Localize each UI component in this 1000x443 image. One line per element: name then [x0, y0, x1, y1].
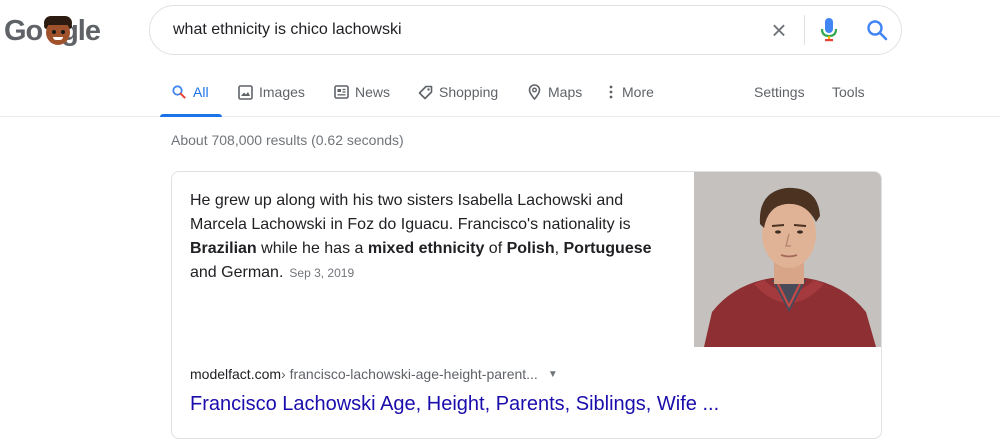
tab-label: News: [355, 84, 391, 100]
settings-link[interactable]: Settings: [754, 82, 805, 102]
search-tabs: All Images News Shopping Maps More Setti…: [0, 70, 1000, 117]
snippet-part: and German.: [190, 264, 284, 281]
logo-text-left: Go: [4, 14, 43, 47]
snippet-part: He grew up along with his two sisters Is…: [190, 192, 631, 233]
snippet-part: of: [484, 240, 507, 257]
tab-label: Images: [259, 84, 305, 100]
featured-image[interactable]: [694, 172, 881, 347]
tag-icon: [417, 84, 433, 100]
doodle-face-icon: [43, 16, 73, 46]
source-domain: modelfact.com: [190, 366, 282, 382]
tab-label: Shopping: [439, 84, 499, 100]
tab-label: All: [193, 84, 209, 100]
search-box[interactable]: what ethnicity is chico lachowski ×: [149, 5, 902, 55]
tab-label: More: [622, 84, 654, 100]
snippet-text: He grew up along with his two sisters Is…: [190, 189, 680, 285]
microphone-icon[interactable]: [805, 5, 853, 55]
news-icon: [333, 84, 349, 100]
tab-images[interactable]: Images: [237, 82, 305, 102]
tools-link[interactable]: Tools: [832, 82, 865, 102]
clear-icon[interactable]: ×: [754, 5, 804, 55]
source-path: › francisco-lachowski-age-height-parent.…: [281, 366, 538, 382]
result-stats: About 708,000 results (0.62 seconds): [171, 132, 404, 148]
snippet-bold: Brazilian: [190, 240, 257, 257]
source-breadcrumb[interactable]: modelfact.com › francisco-lachowski-age-…: [190, 366, 558, 382]
snippet-date: Sep 3, 2019: [289, 266, 355, 280]
tab-more[interactable]: More: [606, 82, 654, 102]
snippet-bold: Polish: [506, 240, 555, 257]
tab-maps[interactable]: Maps: [526, 82, 582, 102]
search-icon: [171, 84, 187, 100]
tab-news[interactable]: News: [333, 82, 390, 102]
image-icon: [237, 84, 253, 100]
featured-snippet: He grew up along with his two sisters Is…: [171, 171, 882, 439]
chevron-down-icon[interactable]: ▼: [548, 369, 558, 380]
snippet-part: ,: [554, 240, 564, 257]
search-input[interactable]: what ethnicity is chico lachowski: [173, 21, 754, 39]
search-icon[interactable]: [853, 5, 901, 55]
tab-all[interactable]: All: [171, 82, 209, 102]
snippet-bold: Portuguese: [563, 240, 652, 257]
snippet-bold: mixed ethnicity: [367, 240, 485, 257]
more-vert-icon: [606, 84, 616, 100]
active-tab-indicator: [160, 114, 222, 117]
map-pin-icon: [526, 84, 542, 100]
snippet-part: while he has a: [256, 240, 368, 257]
tab-shopping[interactable]: Shopping: [417, 82, 498, 102]
result-title-link[interactable]: Francisco Lachowski Age, Height, Parents…: [190, 393, 719, 416]
tab-label: Maps: [548, 84, 583, 100]
google-logo[interactable]: Go gle: [4, 14, 101, 48]
